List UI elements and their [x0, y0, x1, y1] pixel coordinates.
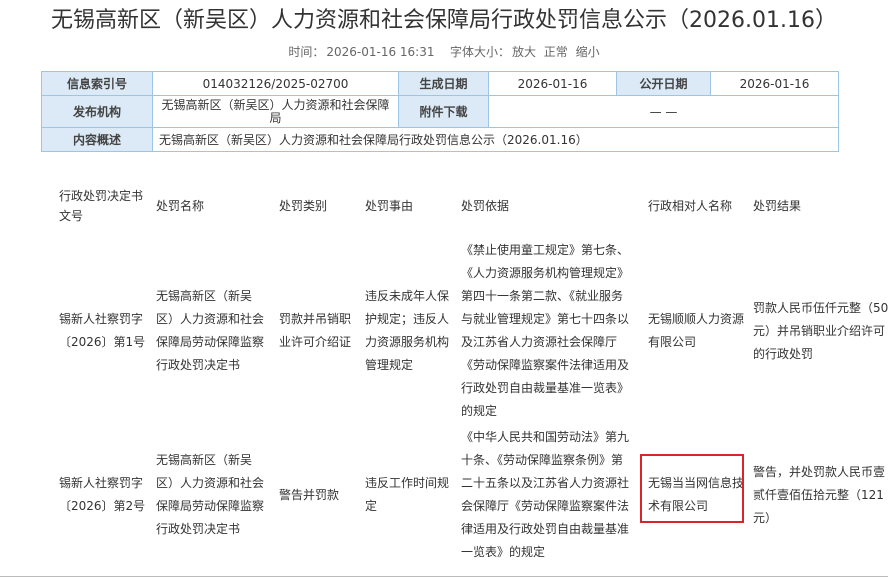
cell-reason-line: 违反未成年人保	[365, 289, 450, 303]
font-small-link[interactable]: 缩小	[576, 45, 600, 59]
header-doc-no-line: 文号	[59, 209, 84, 223]
cell-name-line: 无锡高新区（新吴	[156, 453, 253, 467]
index-label: 信息索引号	[41, 71, 153, 96]
cell-doc-no-line: 锡新人社察罚字	[59, 312, 144, 326]
publish-time: 2026-01-16 16:31	[326, 45, 435, 59]
cell-reason: 违反未成年人保 护规定；违反人 力资源服务机构 管理规定	[365, 285, 457, 377]
font-large-link[interactable]: 放大	[512, 45, 536, 59]
cell-type-line: 业许可介绍证	[279, 335, 352, 349]
header-basis: 处罚依据	[461, 199, 510, 213]
cell-doc-no: 锡新人社察罚字 〔2026〕第1号	[59, 308, 151, 354]
header-type: 处罚类别	[279, 199, 328, 213]
gen-date-value: 2026-01-16	[488, 71, 617, 96]
cell-name-line: 无锡高新区（新吴	[156, 289, 253, 303]
cell-basis-line: 一览表》的规定	[461, 545, 546, 559]
cell-reason-line: 护规定；违反人	[365, 312, 450, 326]
cell-type: 警告并罚款	[279, 484, 359, 507]
meta-bar: 时间： 2026-01-16 16:31 字体大小： 放大 正常 缩小	[0, 43, 888, 60]
cell-doc-no-line: 〔2026〕第1号	[59, 335, 146, 349]
cell-basis-line: 律适用及行政处罚自由裁量基准	[461, 522, 630, 536]
cell-name-line: 区）人力资源和社会	[156, 312, 265, 326]
cell-basis-line: 行政处罚自由裁量基准一览表》	[461, 381, 630, 395]
header-name: 处罚名称	[156, 199, 205, 213]
summary-value: 无锡高新区（新吴区）人力资源和社会保障局行政处罚信息公示（2026.01.16）	[152, 127, 839, 152]
org-value: 无锡高新区（新吴区）人力资源和社会保障 局	[152, 95, 399, 128]
cell-reason: 违反工作时间规定	[365, 472, 457, 518]
cell-name-line: 行政处罚决定书	[156, 522, 241, 536]
cell-result-line: 元）并吊销职业介绍许可	[753, 323, 886, 338]
cell-reason-line: 定	[365, 499, 378, 513]
cell-name-line: 保障局劳动保障监察	[156, 499, 265, 513]
cell-basis-line: 十条、《劳动保障监察条例》第	[461, 453, 624, 467]
cell-type-line: 罚款并吊销职	[279, 312, 352, 326]
cell-basis-line: 《中华人民共和国劳动法》第九	[461, 430, 630, 444]
cell-name: 无锡高新区（新吴 区）人力资源和社会 保障局劳动保障监察 行政处罚决定书	[156, 449, 274, 541]
cell-type-line: 警告并罚款	[279, 487, 340, 502]
cell-party-line: 有限公司	[648, 335, 697, 349]
cell-reason-line: 违反工作时间规	[365, 476, 450, 490]
cell-party-line: 无锡顺顺人力资源	[648, 312, 745, 326]
font-size-label: 字体大小：	[449, 45, 510, 59]
header-doc-no-line: 行政处罚决定书	[59, 189, 144, 203]
header-result: 处罚结果	[753, 199, 802, 213]
attach-label: 附件下载	[398, 95, 489, 128]
cell-basis: 《禁止使用童工规定》第七条、 《人力资源服务机构管理规定》 第四十一条第二款、《就业…	[461, 239, 637, 423]
cell-doc-no-line: 锡新人社察罚字	[59, 476, 144, 490]
cell-basis-line: 《禁止使用童工规定》第七条、	[461, 243, 630, 257]
cell-basis-line: 与就业管理规定》第七十四条以	[461, 312, 630, 326]
cell-result-line: 警告，并处罚款人民币壹	[753, 464, 886, 479]
cell-doc-no: 锡新人社察罚字 〔2026〕第2号	[59, 472, 151, 518]
cell-name-line: 区）人力资源和社会	[156, 476, 265, 490]
cell-basis-line: 《劳动保障监察案件法律适用及	[461, 358, 630, 372]
org-label: 发布机构	[41, 95, 153, 128]
bottom-divider	[0, 576, 888, 577]
cell-result: 罚款人民币伍仟元整（50 元）并吊销职业介绍许可 的行政处罚	[753, 297, 888, 366]
header-doc-no: 行政处罚决定书 文号	[59, 186, 151, 226]
pub-date-value: 2026-01-16	[710, 71, 839, 96]
org-line-1: 无锡高新区（新吴区）人力资源和社会保障	[161, 97, 390, 112]
cell-reason-line: 力资源服务机构	[365, 335, 450, 349]
header-reason: 处罚事由	[365, 199, 414, 213]
gen-date-label: 生成日期	[398, 71, 489, 96]
cell-basis: 《中华人民共和国劳动法》第九 十条、《劳动保障监察条例》第 二十五条以及江苏省人力资…	[461, 426, 637, 564]
cell-basis-line: 及江苏省人力资源社会保障厅	[461, 335, 618, 349]
cell-type: 罚款并吊销职 业许可介绍证	[279, 308, 359, 354]
attach-value: — —	[488, 95, 839, 128]
cell-result: 警告，并处罚款人民币壹 贰仟壹佰伍拾元整（121 元）	[753, 461, 888, 530]
info-table: 信息索引号 014032126/2025-02700 生成日期 2026-01-…	[41, 71, 839, 152]
cell-name-line: 保障局劳动保障监察	[156, 335, 265, 349]
cell-basis-line: 二十五条以及江苏省人力资源社	[461, 476, 630, 490]
cell-name: 无锡高新区（新吴 区）人力资源和社会 保障局劳动保障监察 行政处罚决定书	[156, 285, 274, 377]
org-line-2: 局	[269, 110, 282, 125]
cell-doc-no-line: 〔2026〕第2号	[59, 499, 146, 513]
highlight-box	[640, 454, 744, 523]
font-normal-link[interactable]: 正常	[544, 45, 568, 59]
cell-basis-line: 的规定	[461, 404, 498, 418]
cell-result-line: 罚款人民币伍仟元整（50	[753, 300, 888, 315]
cell-reason-line: 管理规定	[365, 358, 414, 372]
pub-date-label: 公开日期	[616, 71, 711, 96]
header-party: 行政相对人名称	[648, 199, 733, 213]
index-value: 014032126/2025-02700	[152, 71, 399, 96]
cell-result-line: 元）	[753, 510, 778, 525]
cell-result-line: 的行政处罚	[753, 346, 814, 361]
cell-result-line: 贰仟壹佰伍拾元整（121	[753, 487, 884, 502]
cell-party: 无锡顺顺人力资源 有限公司	[648, 308, 748, 354]
summary-label: 内容概述	[41, 127, 153, 152]
time-label: 时间：	[288, 45, 325, 59]
cell-basis-line: 《人力资源服务机构管理规定》	[461, 266, 630, 280]
cell-name-line: 行政处罚决定书	[156, 358, 241, 372]
cell-basis-line: 会保障厅《劳动保障监察案件法	[461, 499, 630, 513]
page-title: 无锡高新区（新吴区）人力资源和社会保障局行政处罚信息公示（2026.01.16）	[51, 8, 837, 33]
cell-basis-line: 第四十一条第二款、《就业服务	[461, 289, 624, 303]
